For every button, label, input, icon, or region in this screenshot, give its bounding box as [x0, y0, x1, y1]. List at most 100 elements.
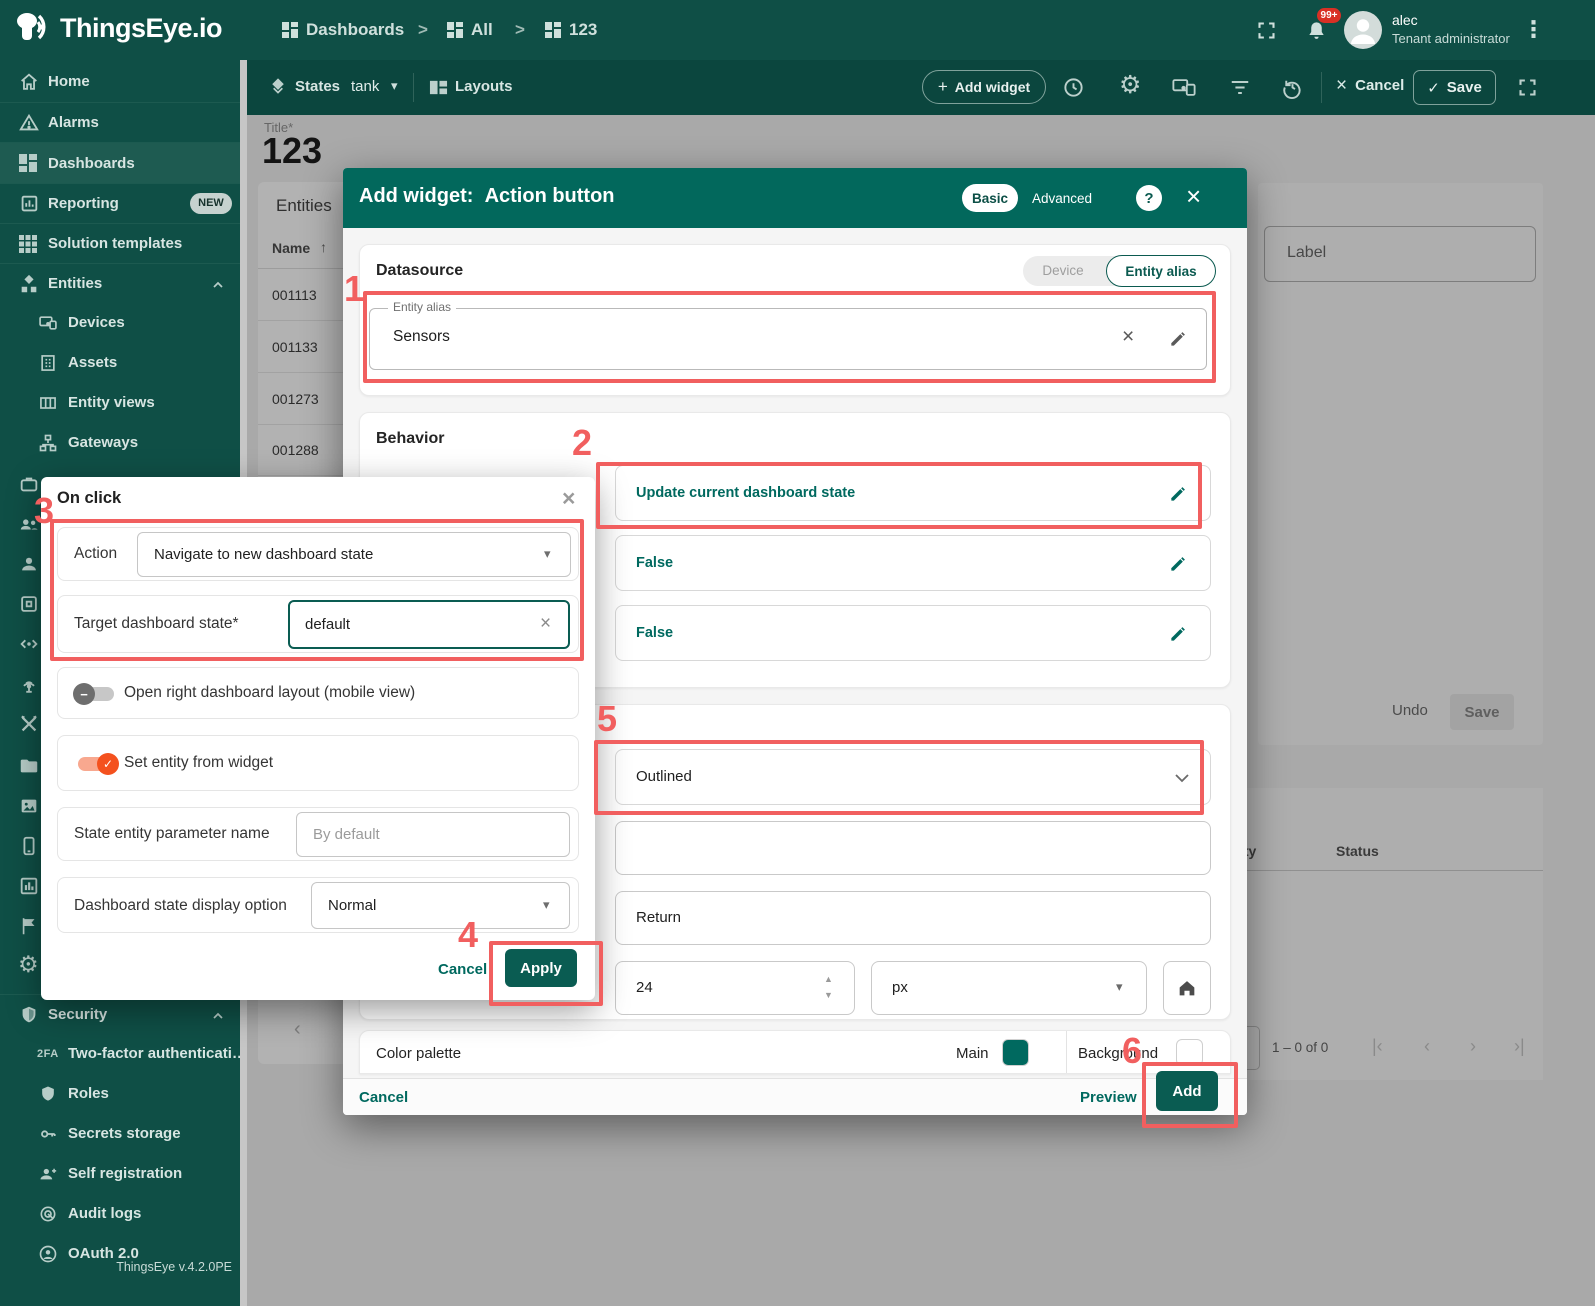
mobile-layout-toggle[interactable]: −: [78, 687, 114, 701]
button-text-field[interactable]: Return: [615, 891, 1211, 945]
pagination-prev-icon[interactable]: ‹: [294, 1018, 301, 1041]
sidebar-item-entity-views[interactable]: Entity views: [0, 383, 240, 423]
sidebar-item-entities[interactable]: Entities: [0, 263, 240, 303]
logo-icon[interactable]: [12, 9, 54, 51]
save-button[interactable]: ✓ Save: [1413, 70, 1496, 105]
avatar[interactable]: [1344, 11, 1382, 49]
user-name[interactable]: alec: [1392, 12, 1418, 28]
label-field[interactable]: Label: [1264, 226, 1536, 282]
clear-icon[interactable]: ×: [1122, 325, 1134, 349]
sidebar-item-roles[interactable]: Roles: [0, 1074, 240, 1114]
stepper-down-icon[interactable]: ▼: [824, 990, 833, 1000]
background-color-swatch[interactable]: [1176, 1039, 1203, 1066]
kebab-menu-icon[interactable]: ⋮: [1522, 16, 1545, 43]
status-column-header[interactable]: Status: [1336, 843, 1379, 859]
briefcase-icon[interactable]: [18, 473, 40, 495]
dialog-cancel-button[interactable]: Cancel: [438, 961, 487, 978]
sidebar-item-assets[interactable]: Assets: [0, 343, 240, 383]
settings-gear-icon[interactable]: ⚙: [1119, 73, 1141, 98]
table-row[interactable]: 001288: [272, 442, 319, 458]
logo-text[interactable]: ThingsEye.io: [60, 13, 222, 44]
entity-alias-field-value[interactable]: Sensors: [393, 328, 450, 346]
edit-pencil-icon[interactable]: [1168, 329, 1188, 349]
sidebar-item-solution-templates[interactable]: Solution templates: [0, 223, 240, 263]
bar-chart-icon[interactable]: [18, 875, 40, 897]
entity-alias-field[interactable]: Entity alias Sensors ×: [369, 308, 1207, 370]
states-value[interactable]: tank: [351, 78, 379, 95]
sidebar-item-alarms[interactable]: Alarms: [0, 102, 240, 142]
image-flag-icon[interactable]: [18, 795, 40, 817]
mobile-phone-icon[interactable]: [18, 835, 40, 857]
folder-icon[interactable]: [18, 755, 40, 777]
save-button-disabled[interactable]: Save: [1450, 694, 1514, 730]
dashboard-title-value[interactable]: 123: [262, 130, 322, 172]
pagination-last-icon[interactable]: ›|: [1514, 1036, 1525, 1057]
close-icon[interactable]: ×: [562, 485, 575, 512]
button-label-empty-field[interactable]: [615, 821, 1211, 875]
pagination-first-icon[interactable]: |‹: [1372, 1036, 1383, 1057]
preview-button[interactable]: Preview: [1080, 1089, 1137, 1106]
button-type-select[interactable]: Outlined: [615, 749, 1211, 805]
sidebar-item-devices[interactable]: Devices: [0, 303, 240, 343]
chevron-up-icon[interactable]: [210, 1008, 226, 1024]
entity-aliases-icon[interactable]: [1172, 77, 1196, 98]
display-option-select[interactable]: Normal ▾: [311, 882, 570, 929]
set-entity-toggle[interactable]: ✓: [78, 757, 114, 771]
close-icon[interactable]: ×: [1186, 181, 1201, 212]
action-row-field[interactable]: Update current dashboard state: [615, 465, 1211, 521]
pagination-next-icon[interactable]: ›: [1470, 1036, 1476, 1057]
edit-pencil-icon[interactable]: [1168, 484, 1188, 504]
sidebar-item-audit-logs[interactable]: Audit logs: [0, 1194, 240, 1234]
device-profile-box-icon[interactable]: [18, 593, 40, 615]
pagination-prev-icon[interactable]: ‹: [1424, 1036, 1430, 1057]
cancel-button[interactable]: × Cancel: [1336, 76, 1404, 95]
icon-size-field[interactable]: 24 ▲ ▼: [615, 961, 855, 1015]
action-select[interactable]: Navigate to new dashboard state ▾: [137, 532, 571, 577]
breadcrumb-all[interactable]: All: [471, 20, 493, 40]
states-label[interactable]: States: [295, 78, 340, 95]
antenna-icon[interactable]: [18, 673, 40, 695]
layouts-label[interactable]: Layouts: [455, 78, 513, 95]
undo-button[interactable]: Undo: [1392, 702, 1428, 719]
sidebar-item-gateways[interactable]: Gateways: [0, 423, 240, 463]
disabled-row-field[interactable]: False: [615, 605, 1211, 661]
fullscreen-icon[interactable]: [1517, 77, 1538, 98]
sidebar-item-dashboards[interactable]: Dashboards: [0, 142, 240, 183]
pennant-flag-icon[interactable]: [18, 915, 40, 937]
table-row[interactable]: 001273: [272, 391, 319, 407]
apply-button[interactable]: Apply: [505, 949, 577, 987]
code-brackets-icon[interactable]: [18, 633, 40, 655]
breadcrumb-dashboards[interactable]: Dashboards: [306, 20, 404, 40]
basic-tab[interactable]: Basic: [962, 184, 1018, 212]
sidebar-item-self-registration[interactable]: Self registration: [0, 1154, 240, 1194]
time-window-clock-icon[interactable]: [1062, 76, 1085, 99]
help-button[interactable]: ?: [1136, 185, 1162, 211]
advanced-tab[interactable]: Advanced: [1026, 184, 1098, 212]
table-row[interactable]: 001133: [272, 339, 318, 355]
sidebar-item-security[interactable]: Security: [0, 994, 240, 1034]
stepper-up-icon[interactable]: ▲: [824, 974, 833, 984]
people-icon[interactable]: [18, 513, 40, 535]
main-color-swatch[interactable]: [1002, 1039, 1029, 1066]
sort-arrow-icon[interactable]: ↑: [320, 239, 327, 255]
add-widget-button[interactable]: + Add widget: [922, 70, 1046, 104]
states-caret-icon[interactable]: ▾: [391, 78, 398, 94]
modal-cancel-button[interactable]: Cancel: [359, 1089, 408, 1106]
sidebar-item-reporting[interactable]: Reporting NEW: [0, 183, 240, 223]
sidebar-item-two-factor[interactable]: 2FA Two-factor authenticati…: [0, 1034, 240, 1074]
chevron-up-icon[interactable]: [210, 277, 226, 293]
entity-param-input[interactable]: By default: [296, 812, 570, 857]
target-state-input[interactable]: default ×: [288, 600, 570, 649]
table-row[interactable]: 001113: [272, 287, 317, 303]
sidebar-item-home[interactable]: Home: [0, 62, 240, 102]
sidebar-item-secrets-storage[interactable]: Secrets storage: [0, 1114, 240, 1154]
edit-pencil-icon[interactable]: [1168, 624, 1188, 644]
device-option[interactable]: Device: [1023, 256, 1103, 286]
breadcrumb-current[interactable]: 123: [569, 20, 597, 40]
clear-icon[interactable]: ×: [540, 613, 551, 635]
person-icon[interactable]: [18, 553, 40, 575]
gear-icon[interactable]: ⚙: [18, 953, 39, 976]
active-row-field[interactable]: False: [615, 535, 1211, 591]
add-button[interactable]: Add: [1156, 1071, 1218, 1111]
home-icon-button[interactable]: [1163, 961, 1211, 1015]
